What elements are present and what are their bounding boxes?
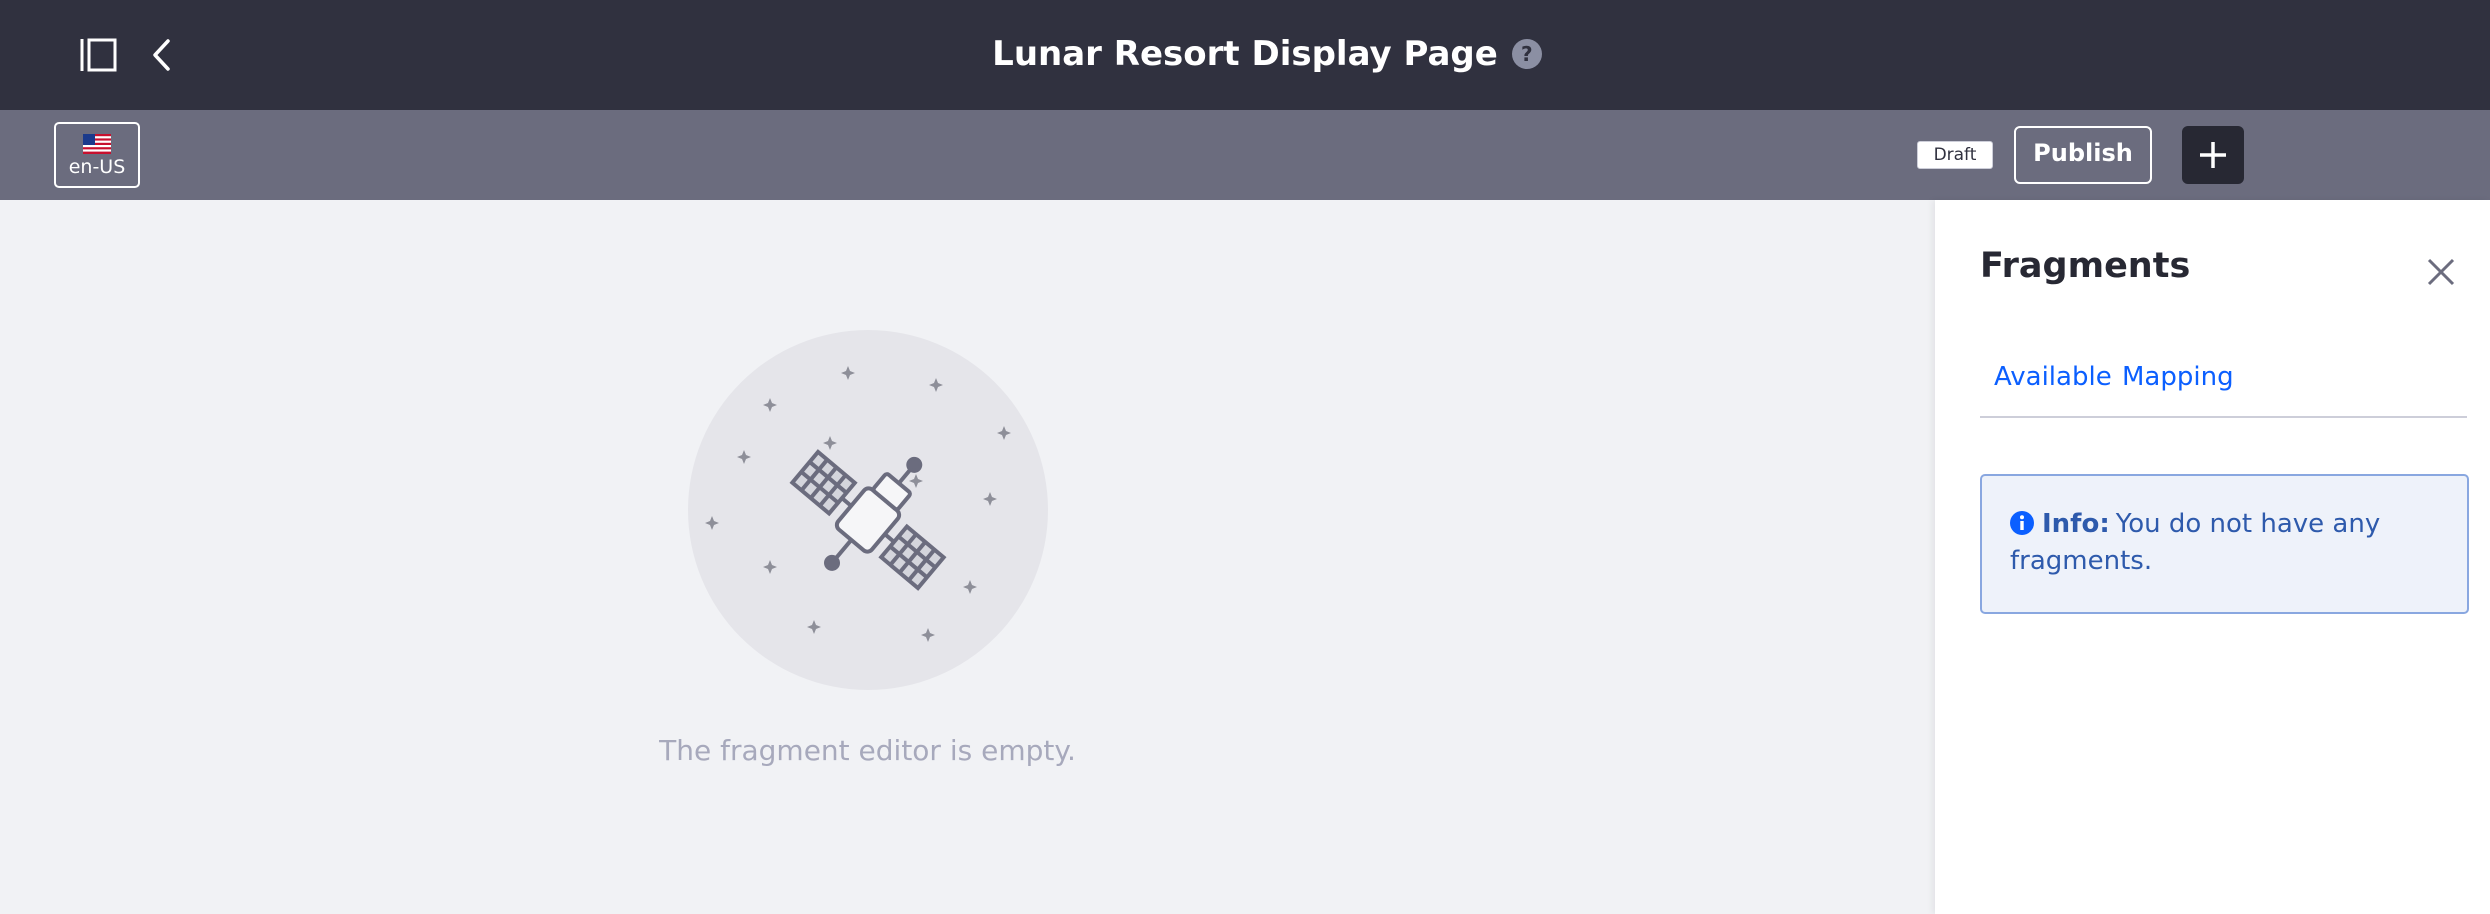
empty-state-message: The fragment editor is empty. bbox=[659, 734, 1076, 767]
fragment-editor-canvas: The fragment editor is empty. bbox=[0, 200, 1935, 914]
us-flag-icon bbox=[83, 134, 111, 154]
plus-icon bbox=[2200, 142, 2226, 168]
publish-button[interactable]: Publish bbox=[2014, 126, 2152, 184]
close-panel-button[interactable] bbox=[2425, 256, 2457, 288]
fragments-panel: Fragments Available Mapping Info: You do … bbox=[1935, 200, 2490, 914]
alert-label: Info: bbox=[2042, 509, 2110, 539]
page-title: Lunar Resort Display Page bbox=[992, 34, 1498, 74]
status-badge: Draft bbox=[1917, 141, 1993, 169]
language-label: en-US bbox=[68, 156, 126, 178]
add-button[interactable] bbox=[2182, 126, 2244, 184]
close-icon bbox=[2427, 258, 2455, 286]
panel-title: Fragments bbox=[1980, 246, 2191, 286]
app-header: Lunar Resort Display Page ? bbox=[0, 0, 2490, 110]
info-alert: Info: You do not have any fragments. bbox=[1980, 474, 2469, 614]
tab-mapping[interactable]: Mapping bbox=[2122, 362, 2234, 392]
editor-toolbar: en-US Draft Publish bbox=[0, 110, 2490, 200]
language-selector[interactable]: en-US bbox=[54, 122, 140, 188]
satellite-illustration bbox=[688, 330, 1048, 690]
panel-tabs: Available Mapping bbox=[1980, 350, 2467, 418]
question-mark-icon[interactable]: ? bbox=[1511, 39, 1542, 69]
info-icon bbox=[2010, 511, 2034, 535]
tab-available[interactable]: Available bbox=[1994, 362, 2112, 392]
